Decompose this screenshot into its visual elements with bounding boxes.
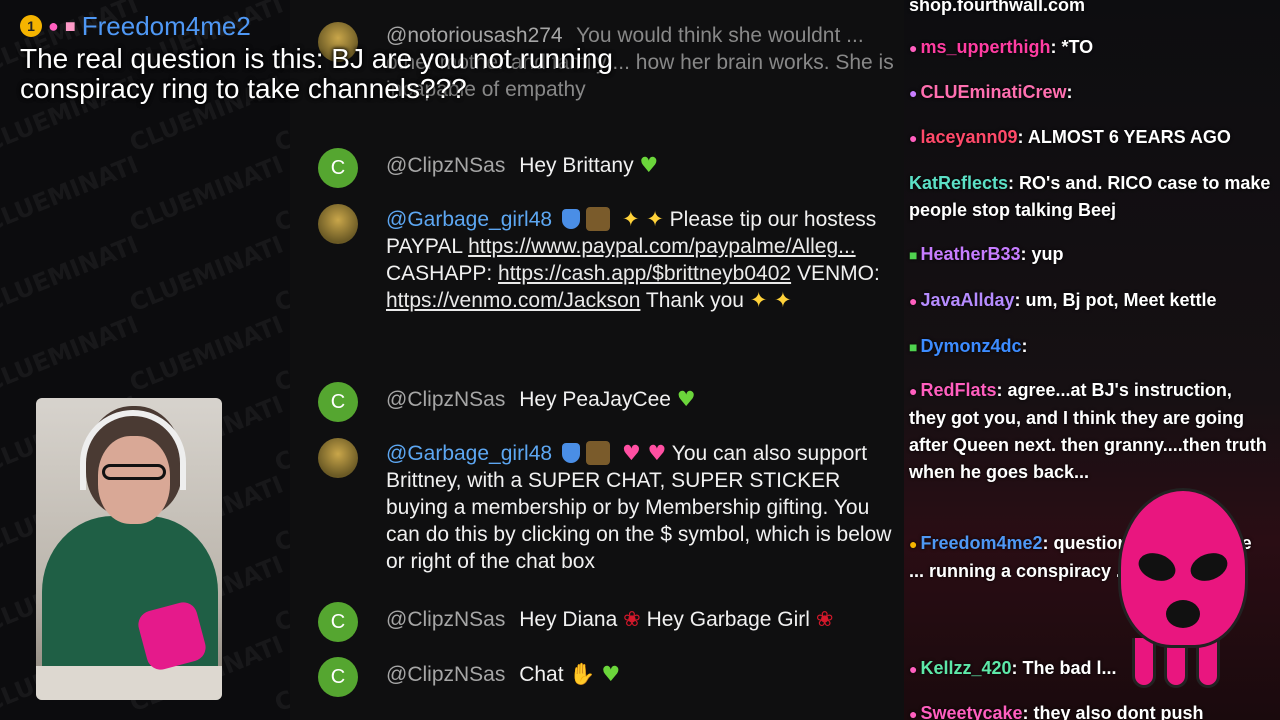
watermark-text: CLUEMINATI xyxy=(125,310,288,398)
chat-text: The bad l... xyxy=(1022,658,1117,678)
venmo-link[interactable]: https://venmo.com/Jackson xyxy=(386,289,640,312)
mask-icon: ● xyxy=(909,661,918,677)
chat-username: Dymonz4dc xyxy=(920,336,1022,356)
chat-username: JavaAllday xyxy=(920,290,1015,310)
gift-icon: ■ xyxy=(909,247,918,263)
mask-icon: ● xyxy=(909,293,918,309)
youtube-chat-panel[interactable]: @notoriousash274 You would think she wou… xyxy=(290,0,905,720)
pink-hearts-icon: ♥ ♥ xyxy=(621,441,667,465)
mic-icon: ● xyxy=(909,85,918,101)
member-badge-icon xyxy=(586,207,611,231)
chat-username: Kellzz_420 xyxy=(920,658,1012,678)
member-badge-icon xyxy=(586,441,611,465)
highlighted-chat-message: 1 ● ■ Freedom4me2 The real question is t… xyxy=(20,8,660,104)
chat-username: RedFlats xyxy=(920,380,997,400)
highlight-text: The real question is this: BJ are you no… xyxy=(20,43,614,104)
chat-text: ALMOST 6 YEARS AGO xyxy=(1027,127,1231,147)
chat-text: Hey PeaJayCee xyxy=(519,388,671,411)
webcam-video xyxy=(36,398,222,700)
chat-author[interactable]: @ClipzNSas xyxy=(386,608,505,631)
chat-text: Hey Garbage Girl xyxy=(646,608,810,631)
gift-icon: ■ xyxy=(64,15,76,36)
chat-line: ● CLUEminatiCrew: xyxy=(909,82,1073,102)
green-heart-icon: ♥ xyxy=(601,662,621,686)
gift-icon: ■ xyxy=(909,339,918,355)
green-heart-icon: ♥ xyxy=(676,387,696,411)
watermark-text: CLUEMINATI xyxy=(0,150,143,238)
sparkles-icon: ✦ ✦ xyxy=(621,207,664,231)
mask-icon: ● xyxy=(909,40,918,56)
rose-icon: ❀ xyxy=(623,607,641,631)
chat-text: yup xyxy=(1031,244,1064,264)
moderator-shield-icon xyxy=(562,443,581,463)
chat-line: ● RedFlats: agree...at BJ's instruction, … xyxy=(909,380,1267,482)
chat-text: Chat xyxy=(519,663,564,686)
rank-badge: 1 xyxy=(20,15,42,37)
watermark-text: CLUEMINATI xyxy=(0,230,143,318)
sparkles-icon: ✦ ✦ xyxy=(749,288,792,312)
avatar xyxy=(318,438,358,478)
chat-line: ● JavaAllday: um, Bj pot, Meet kettle xyxy=(909,290,1217,310)
chat-text: Hey Brittany xyxy=(519,154,634,177)
avatar xyxy=(318,204,358,244)
chat-username: HeatherB33 xyxy=(920,244,1021,264)
chat-author[interactable]: @Garbage_girl48 xyxy=(386,442,552,465)
rank-badge-icon: ● xyxy=(909,536,918,552)
chat-line: ● ms_upperthigh: *TO xyxy=(909,37,1094,57)
chat-username: Sweetycake xyxy=(920,703,1023,720)
mask-icon: ● xyxy=(909,706,918,720)
avatar: C xyxy=(318,602,358,642)
highlight-author: Freedom4me2 xyxy=(81,10,251,41)
chat-line: ● Sweetycake: they also dont push xyxy=(909,700,1271,720)
moderator-shield-icon xyxy=(562,209,581,229)
wave-icon: ✋ xyxy=(569,662,596,686)
avatar: C xyxy=(318,148,358,188)
cashapp-link[interactable]: https://cash.app/$brittneyb0402 xyxy=(498,262,791,285)
pink-mask-mascot xyxy=(1118,488,1248,693)
chat-author[interactable]: @ClipzNSas xyxy=(386,154,505,177)
chat-line: KatReflects: RO's and. RICO case to make… xyxy=(909,173,1271,220)
chat-line: ■ Dymonz4dc: xyxy=(909,336,1028,356)
mask-icon: ● xyxy=(909,383,918,399)
chat-line: shop.fourthwall.com xyxy=(909,0,1086,15)
chat-author[interactable]: @ClipzNSas xyxy=(386,663,505,686)
watermark-text: CLUEMINATI xyxy=(0,310,143,398)
rose-icon: ❀ xyxy=(815,607,834,631)
watermark-text: CLUEMINATI xyxy=(125,230,288,318)
avatar: C xyxy=(318,382,358,422)
chat-text: they also dont push xyxy=(1033,703,1204,720)
chat-author[interactable]: @Garbage_girl48 xyxy=(386,208,552,231)
chat-username: Freedom4me2 xyxy=(920,533,1043,553)
chat-text: VENMO: xyxy=(796,262,880,285)
chat-username: KatReflects xyxy=(909,173,1009,193)
chat-author[interactable]: @ClipzNSas xyxy=(386,388,505,411)
chat-line: ■ HeatherB33: yup xyxy=(909,244,1064,264)
chat-text: um, Bj pot, Meet kettle xyxy=(1025,290,1217,310)
paypal-link[interactable]: https://www.paypal.com/paypalme/Alleg... xyxy=(468,235,856,258)
chat-username: CLUEminatiCrew xyxy=(920,82,1067,102)
chat-username: laceyann09 xyxy=(920,127,1018,147)
brain-icon: ● xyxy=(48,15,59,36)
avatar: C xyxy=(318,657,358,697)
chat-text: *TO xyxy=(1061,37,1094,57)
chat-username: ms_upperthigh xyxy=(920,37,1051,57)
watermark-text: CLUEMINATI xyxy=(125,150,288,238)
chat-line: ● laceyann09: ALMOST 6 YEARS AGO xyxy=(909,127,1231,147)
chat-text: CASHAPP: xyxy=(386,262,493,285)
mask-icon: ● xyxy=(909,130,918,146)
chat-text: Hey Diana xyxy=(519,608,618,631)
chat-text: Thank you xyxy=(645,289,744,312)
green-heart-icon: ♥ xyxy=(639,153,659,177)
